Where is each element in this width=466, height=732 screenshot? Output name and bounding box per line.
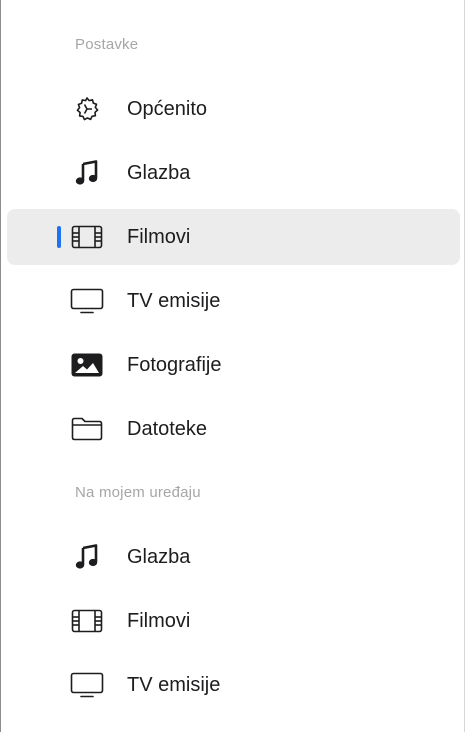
sidebar-item-label: Glazba	[127, 162, 191, 184]
sidebar: Postavke Općenito Glazba Filmovi TV emis…	[0, 0, 466, 732]
sidebar-item-label: TV emisije	[127, 674, 221, 696]
tv-icon	[69, 669, 105, 701]
music-note-icon	[69, 157, 105, 189]
sidebar-item-device-tv-shows[interactable]: TV emisije	[7, 657, 460, 713]
sidebar-item-label: Datoteke	[127, 418, 208, 440]
sidebar-item-label: Filmovi	[127, 226, 191, 248]
sidebar-item-photos[interactable]: Fotografije	[7, 337, 460, 393]
tv-icon	[69, 285, 105, 317]
sidebar-item-label: Glazba	[127, 546, 191, 568]
film-icon	[69, 221, 105, 253]
photo-icon	[69, 349, 105, 381]
sidebar-item-files[interactable]: Datoteke	[7, 401, 460, 457]
sidebar-item-label: Fotografije	[127, 354, 222, 376]
selection-indicator	[57, 226, 61, 248]
film-icon	[69, 605, 105, 637]
section-header-settings: Postavke	[75, 36, 139, 53]
sidebar-item-label: Filmovi	[127, 610, 191, 632]
sidebar-left-border	[0, 0, 1, 732]
gear-icon	[69, 93, 105, 125]
folder-icon	[69, 413, 105, 445]
music-note-icon	[69, 541, 105, 573]
sidebar-item-tv-shows[interactable]: TV emisije	[7, 273, 460, 329]
sidebar-item-label: Općenito	[127, 98, 208, 120]
sidebar-item-device-movies[interactable]: Filmovi	[7, 593, 460, 649]
sidebar-item-music[interactable]: Glazba	[7, 145, 460, 201]
sidebar-item-movies[interactable]: Filmovi	[7, 209, 460, 265]
sidebar-item-device-music[interactable]: Glazba	[7, 529, 460, 585]
section-header-on-my-device: Na mojem uređaju	[75, 484, 201, 501]
sidebar-item-general[interactable]: Općenito	[7, 81, 460, 137]
sidebar-item-label: TV emisije	[127, 290, 221, 312]
sidebar-divider	[464, 0, 465, 732]
